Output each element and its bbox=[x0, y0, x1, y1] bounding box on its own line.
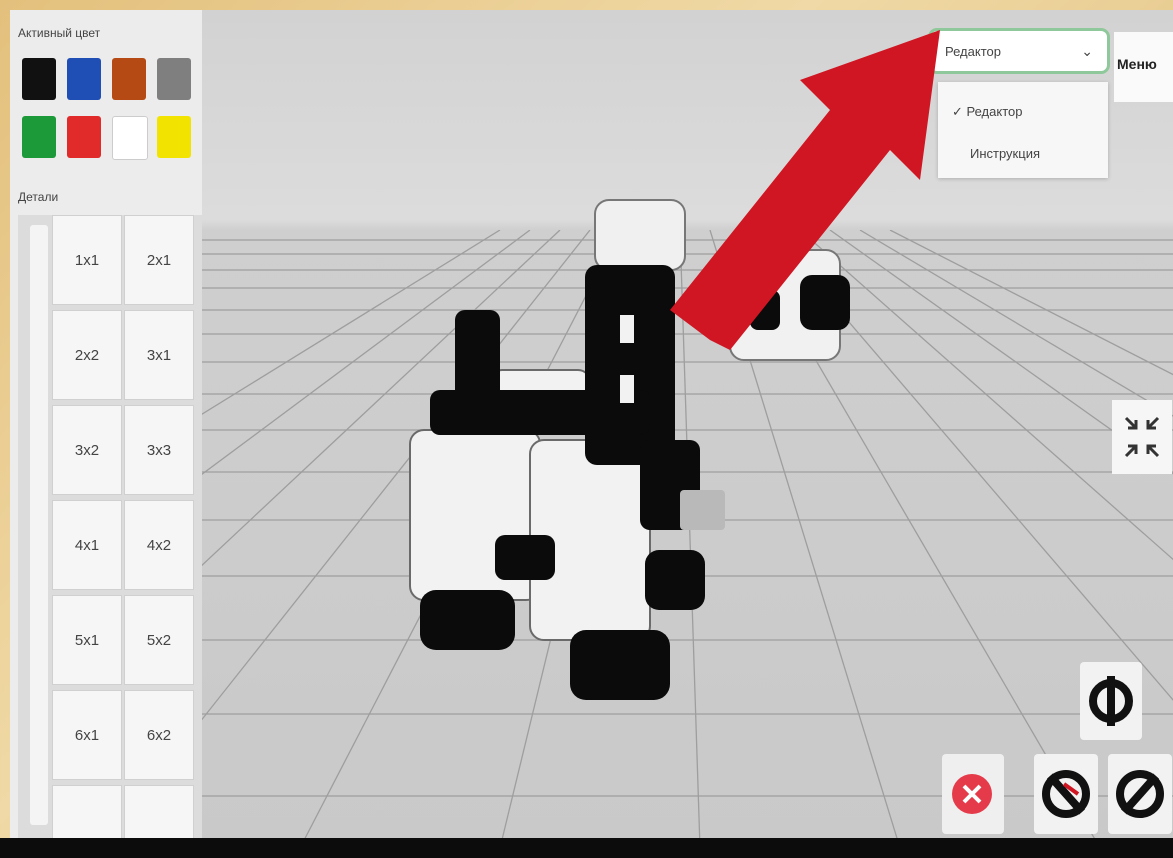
fit-view-button[interactable] bbox=[1112, 400, 1172, 474]
rotate-icon bbox=[1089, 676, 1133, 726]
color-swatch-brown[interactable] bbox=[112, 58, 146, 100]
rotate-right-icon bbox=[1116, 770, 1164, 818]
color-swatch-white[interactable] bbox=[112, 116, 148, 160]
part-tile[interactable]: 6x1 bbox=[52, 690, 122, 780]
part-tile[interactable]: 1x1 bbox=[52, 215, 122, 305]
rotate-left-button[interactable] bbox=[1034, 754, 1098, 834]
color-swatch-red[interactable] bbox=[67, 116, 101, 158]
rotate-button[interactable] bbox=[1080, 662, 1142, 740]
active-color-label: Активный цвет bbox=[18, 26, 101, 40]
color-swatch-black[interactable] bbox=[22, 58, 56, 100]
menu-button[interactable]: Меню bbox=[1114, 32, 1173, 102]
rotate-left-icon bbox=[1042, 770, 1090, 818]
color-swatch-green[interactable] bbox=[22, 116, 56, 158]
delete-icon bbox=[952, 774, 992, 814]
part-tile[interactable]: 3x3 bbox=[124, 405, 194, 495]
delete-button[interactable] bbox=[942, 754, 1004, 834]
app-screen: Активный цвет Детали 1x1 2x1 2x2 3x1 3x2… bbox=[10, 10, 1173, 848]
rotate-right-button[interactable] bbox=[1108, 754, 1172, 834]
mode-select[interactable]: Редактор ⌄ bbox=[928, 28, 1110, 74]
part-tile[interactable]: 4x2 bbox=[124, 500, 194, 590]
check-icon: ✓ bbox=[952, 104, 967, 119]
color-swatch-gray[interactable] bbox=[157, 58, 191, 100]
part-tile[interactable]: 2x1 bbox=[124, 215, 194, 305]
chevron-down-icon: ⌄ bbox=[1081, 43, 1093, 59]
part-tile[interactable]: 5x1 bbox=[52, 595, 122, 685]
part-tile[interactable]: 4x1 bbox=[52, 500, 122, 590]
color-swatch-blue[interactable] bbox=[67, 58, 101, 100]
bottom-bar bbox=[0, 838, 1173, 858]
red-arrow-annotation bbox=[670, 30, 940, 350]
part-tile[interactable]: 3x1 bbox=[124, 310, 194, 400]
mode-select-value: Редактор bbox=[945, 43, 1001, 59]
part-tile[interactable]: 6x2 bbox=[124, 690, 194, 780]
parts-label: Детали bbox=[18, 190, 59, 204]
color-swatch-yellow[interactable] bbox=[157, 116, 191, 158]
mode-menu: ✓ Редактор Инструкция bbox=[938, 82, 1108, 178]
parts-scrollbar[interactable] bbox=[30, 225, 48, 825]
mode-option-label: Редактор bbox=[966, 104, 1023, 119]
fit-view-icon bbox=[1124, 416, 1160, 458]
left-panel: Активный цвет Детали 1x1 2x1 2x2 3x1 3x2… bbox=[10, 10, 202, 848]
part-tile[interactable]: 2x2 bbox=[52, 310, 122, 400]
part-tile[interactable]: 3x2 bbox=[52, 405, 122, 495]
mode-option-instruction[interactable]: Инструкция bbox=[970, 146, 1040, 161]
parts-list: 1x1 2x1 2x2 3x1 3x2 3x3 4x1 4x2 5x1 5x2 … bbox=[18, 215, 202, 848]
part-tile[interactable]: 5x2 bbox=[124, 595, 194, 685]
mode-option-editor[interactable]: ✓ Редактор bbox=[952, 104, 1022, 120]
